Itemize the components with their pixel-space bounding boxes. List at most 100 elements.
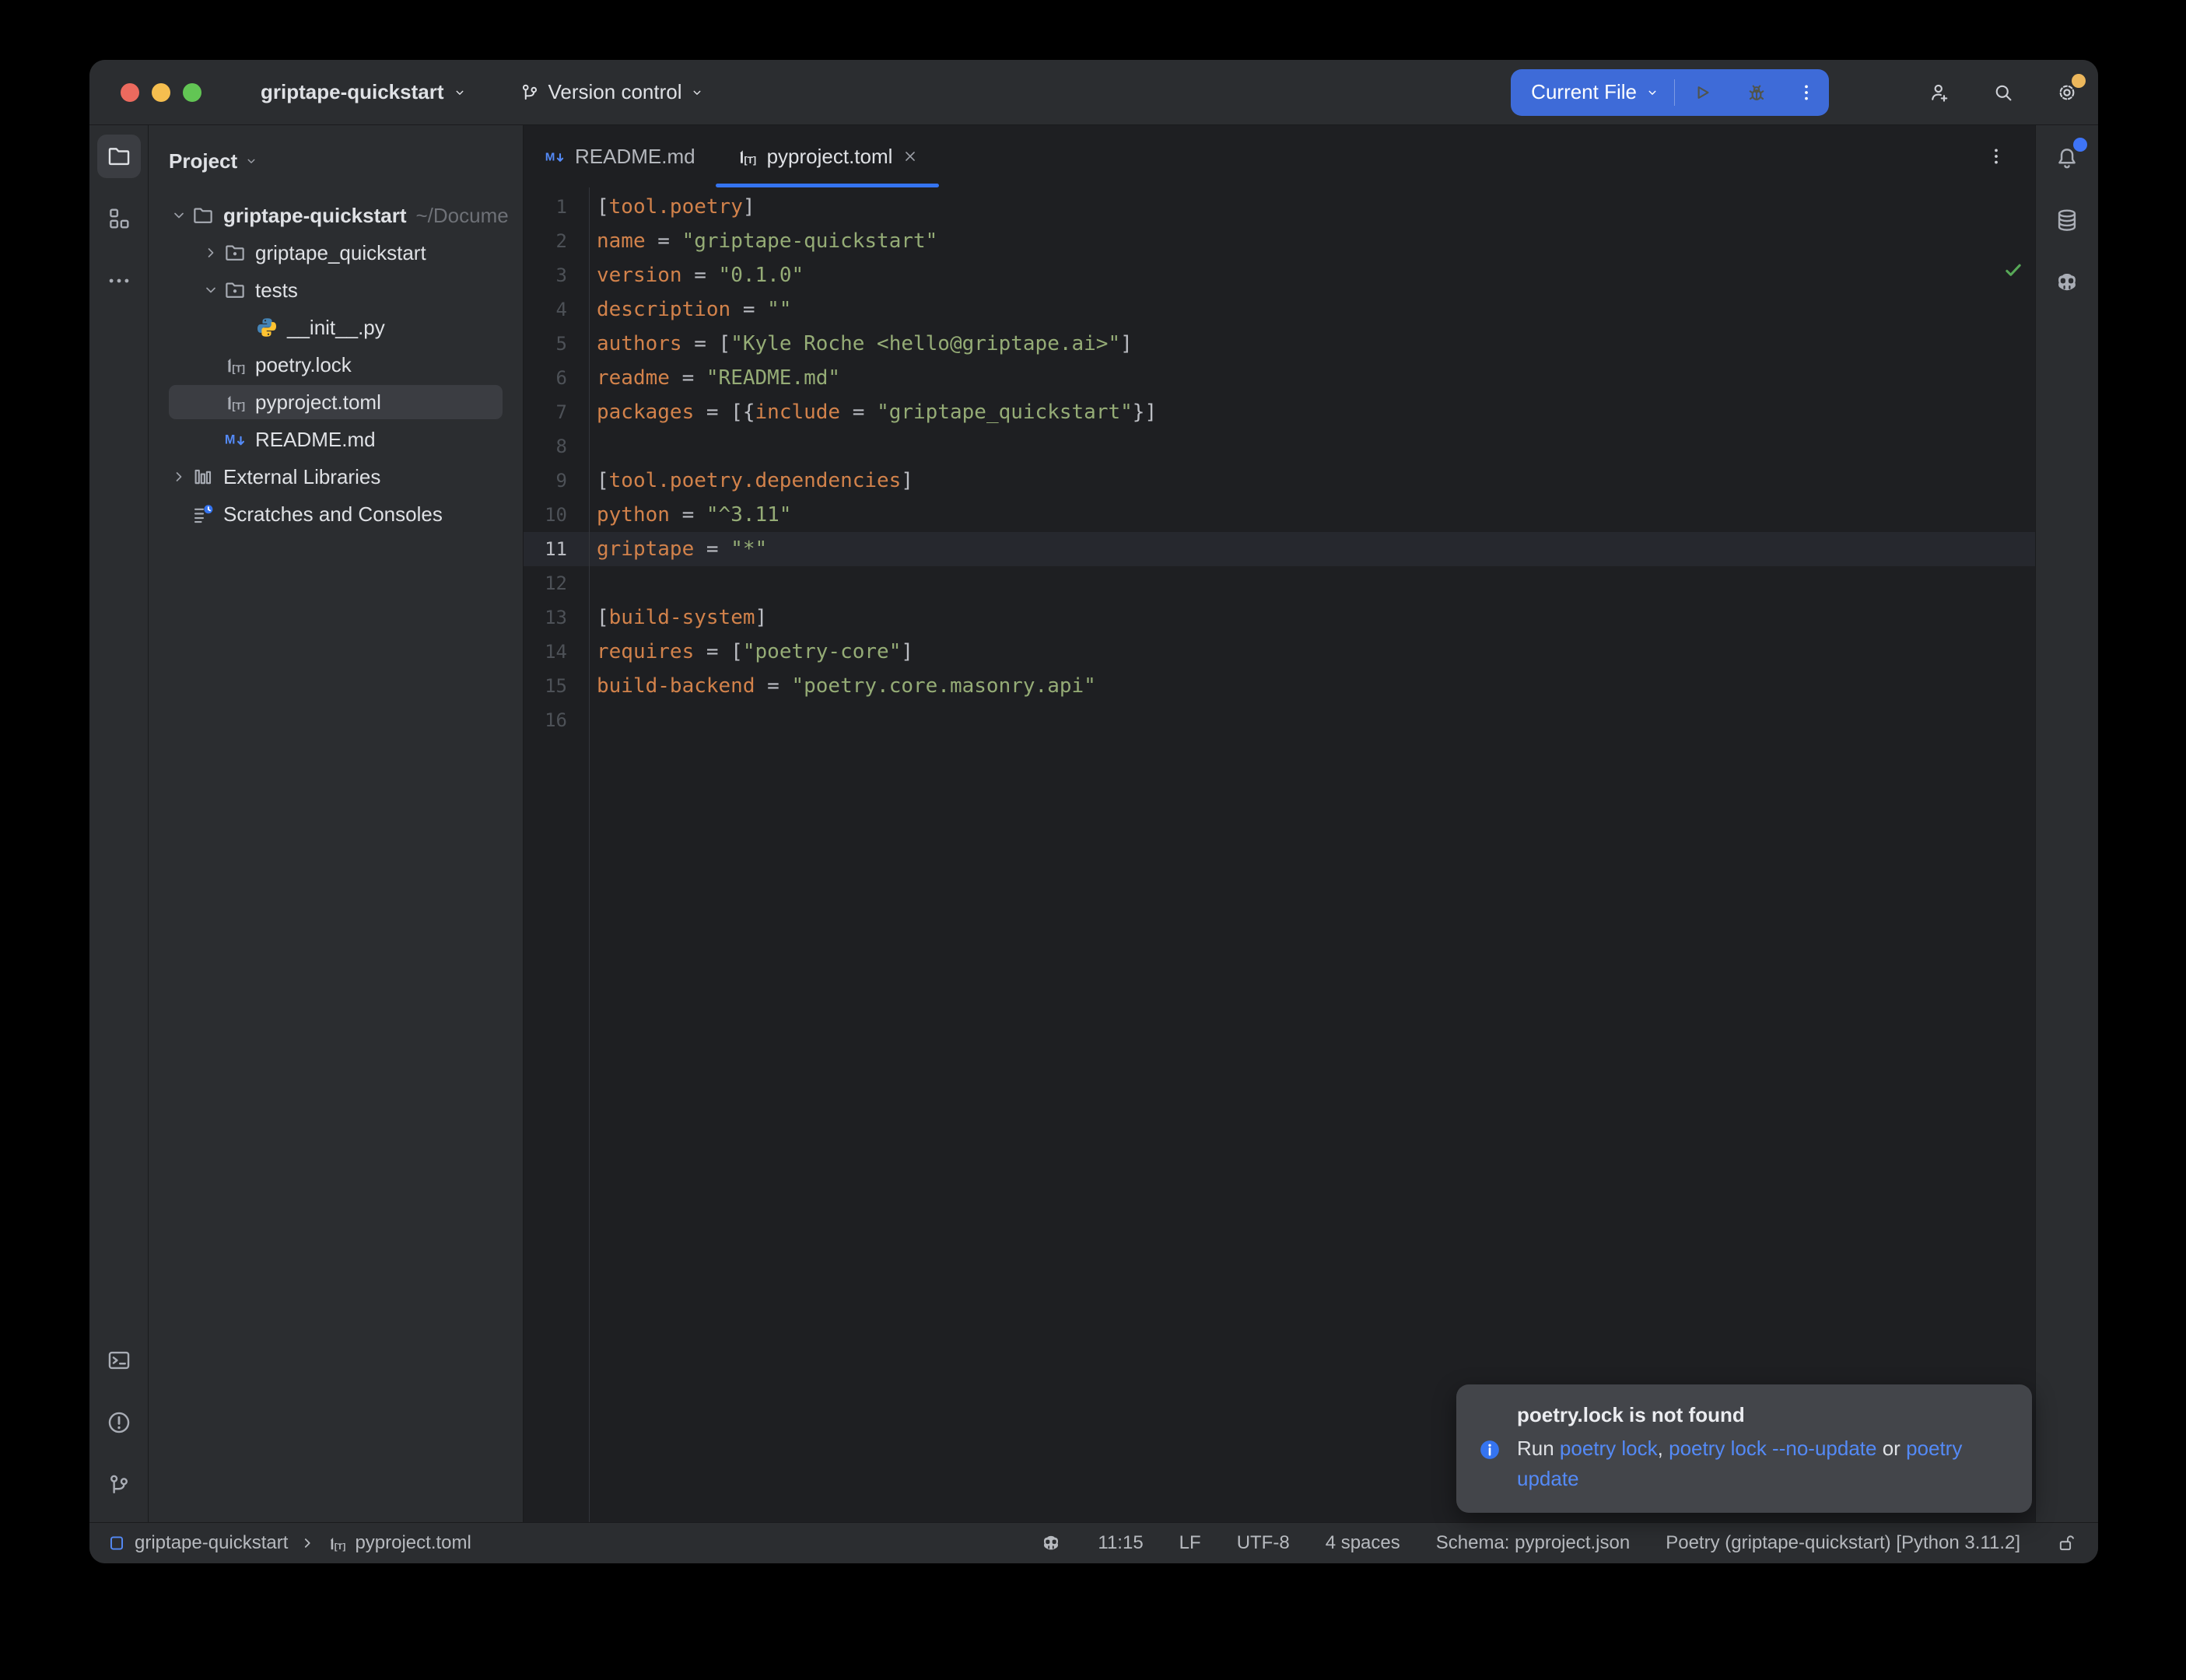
tree-item-label: tests [255, 278, 298, 303]
inspections-ok-check-icon[interactable] [2002, 259, 2024, 281]
tree-item-path: ~/Docume [416, 204, 509, 228]
toml-icon: [T] [223, 390, 247, 414]
chevron-right-icon[interactable] [199, 243, 222, 262]
code-line-15[interactable]: 15 build-backend = "poetry.core.masonry.… [524, 669, 2035, 703]
more-tool-windows-button[interactable] [97, 259, 141, 303]
tree-item-label: griptape_quickstart [255, 241, 426, 265]
line-number: 13 [524, 600, 589, 635]
tool-window-database-button[interactable] [2045, 198, 2089, 242]
status-widget[interactable] [1040, 1532, 1062, 1554]
tree-item-griptape-quickstart[interactable]: griptape_quickstart [149, 234, 523, 271]
line-number: 6 [524, 361, 589, 395]
close-tab-icon[interactable] [902, 148, 919, 165]
breadcrumb-item[interactable]: griptape-quickstart [107, 1532, 288, 1554]
status-widget-4[interactable]: 4 spaces [1326, 1532, 1400, 1554]
tool-window-problems-button[interactable] [97, 1401, 141, 1444]
tree-item-tests[interactable]: tests [149, 271, 523, 309]
status-widget[interactable] [2056, 1532, 2078, 1554]
line-number: 1 [524, 190, 589, 224]
tree-item-poetry-lock[interactable]: [T] poetry.lock [149, 346, 523, 383]
tool-window-git-button[interactable] [97, 1463, 141, 1507]
unlock-icon [2056, 1532, 2078, 1554]
toml-icon: [T] [223, 353, 247, 376]
more-run-options-button[interactable] [1784, 69, 1829, 116]
tree-item-pyproject-toml[interactable]: [T] pyproject.toml [149, 383, 523, 421]
status-widget-utf-8[interactable]: UTF-8 [1237, 1532, 1290, 1554]
copilot-status-button[interactable] [2045, 261, 2089, 304]
tree-item-label: README.md [255, 428, 376, 452]
status-widget-poetry[interactable]: Poetry (griptape-quickstart) [Python 3.1… [1666, 1532, 2020, 1554]
markdown-icon: M [544, 145, 566, 167]
notification-text: , [1658, 1437, 1669, 1460]
project-tree: griptape-quickstart ~/Docume griptape_qu… [149, 197, 523, 533]
code-line-8[interactable]: 8 [524, 429, 2035, 464]
tree-item-griptape-quickstart[interactable]: griptape-quickstart ~/Docume [149, 197, 523, 234]
code-line-7[interactable]: 7 packages = [{include = "griptape_quick… [524, 395, 2035, 429]
chevron-down-icon[interactable] [199, 281, 222, 299]
notifications-button[interactable] [2045, 136, 2089, 180]
project-panel-title: Project [169, 149, 237, 173]
svg-text:[T]: [T] [744, 155, 756, 166]
search-everywhere-button[interactable] [1986, 75, 2020, 110]
tool-window-terminal-button[interactable] [97, 1339, 141, 1382]
code-line-11[interactable]: 11 griptape = "*" [524, 532, 2035, 566]
line-number: 11 [524, 532, 589, 566]
breadcrumb-item[interactable]: [T]pyproject.toml [327, 1532, 471, 1554]
debug-button[interactable] [1729, 69, 1784, 116]
tool-window-structure-button[interactable] [97, 197, 141, 240]
tree-item-readme-md[interactable]: M README.md [149, 421, 523, 458]
code-with-me-button[interactable] [1922, 75, 1957, 110]
add-user-icon [1928, 81, 1951, 104]
tree-item-scratches-and-consoles[interactable]: Scratches and Consoles [149, 495, 523, 533]
copilot-icon [2054, 269, 2080, 296]
code-line-1[interactable]: 1 [tool.poetry] [524, 190, 2035, 224]
minimize-window-button[interactable] [152, 83, 170, 102]
code-editor[interactable]: 1 [tool.poetry] 2 name = "griptape-quick… [524, 187, 2035, 1522]
scratches-icon [191, 502, 215, 526]
project-tool-window: Project griptape-quickstart ~/Docume gri… [149, 125, 524, 1522]
notification-action-link[interactable]: poetry lock --no-update [1669, 1437, 1876, 1460]
tab-label: README.md [575, 145, 695, 169]
tab-options-button[interactable] [1979, 139, 2013, 173]
breadcrumb-item[interactable] [297, 1533, 317, 1553]
editor-tab-pyproject-toml[interactable]: [T] pyproject.toml [716, 125, 940, 187]
tree-item-external-libraries[interactable]: External Libraries [149, 458, 523, 495]
notification-badge [2073, 138, 2087, 152]
tree-item--init-py[interactable]: __init__.py [149, 309, 523, 346]
tool-window-project-button[interactable] [97, 135, 141, 178]
code-line-6[interactable]: 6 readme = "README.md" [524, 361, 2035, 395]
code-line-2[interactable]: 2 name = "griptape-quickstart" [524, 224, 2035, 258]
code-line-9[interactable]: 9 [tool.poetry.dependencies] [524, 464, 2035, 498]
project-switcher[interactable]: griptape-quickstart [253, 74, 475, 110]
code-line-5[interactable]: 5 authors = ["Kyle Roche <hello@griptape… [524, 327, 2035, 361]
run-configuration-selector[interactable]: Current File [1511, 69, 1674, 116]
chev-right-sm-icon [297, 1533, 317, 1553]
project-panel-header[interactable]: Project [149, 125, 523, 197]
code-line-10[interactable]: 10 python = "^3.11" [524, 498, 2035, 532]
code-line-13[interactable]: 13 [build-system] [524, 600, 2035, 635]
code-line-12[interactable]: 12 [524, 566, 2035, 600]
editor-tab-readme-md[interactable]: M README.md [524, 125, 716, 187]
run-button[interactable] [1675, 69, 1729, 116]
notification-action-link[interactable]: poetry lock [1560, 1437, 1658, 1460]
notification-text: or [1876, 1437, 1906, 1460]
search-icon [1992, 81, 2015, 104]
code-line-4[interactable]: 4 description = "" [524, 292, 2035, 327]
zoom-window-button[interactable] [183, 83, 201, 102]
vcs-widget[interactable]: Version control [511, 74, 713, 110]
tree-item-label: pyproject.toml [255, 390, 381, 415]
status-widget-lf[interactable]: LF [1179, 1532, 1201, 1554]
tree-item-label: griptape-quickstart [223, 204, 407, 228]
code-line-14[interactable]: 14 requires = ["poetry-core"] [524, 635, 2035, 669]
code-line-16[interactable]: 16 [524, 703, 2035, 737]
notification-title: poetry.lock is not found [1517, 1403, 1999, 1427]
status-widget-11-15[interactable]: 11:15 [1098, 1532, 1143, 1554]
close-window-button[interactable] [121, 83, 139, 102]
status-widget-schema-[interactable]: Schema: pyproject.json [1436, 1532, 1630, 1554]
chevron-right-icon[interactable] [167, 467, 191, 486]
code-line-3[interactable]: 3 version = "0.1.0" [524, 258, 2035, 292]
chevron-down-icon[interactable] [167, 206, 191, 225]
chevron-down-icon [1645, 85, 1660, 100]
settings-button[interactable] [2050, 75, 2084, 110]
notification-body: Run poetry lock, poetry lock --no-update… [1517, 1433, 1999, 1494]
